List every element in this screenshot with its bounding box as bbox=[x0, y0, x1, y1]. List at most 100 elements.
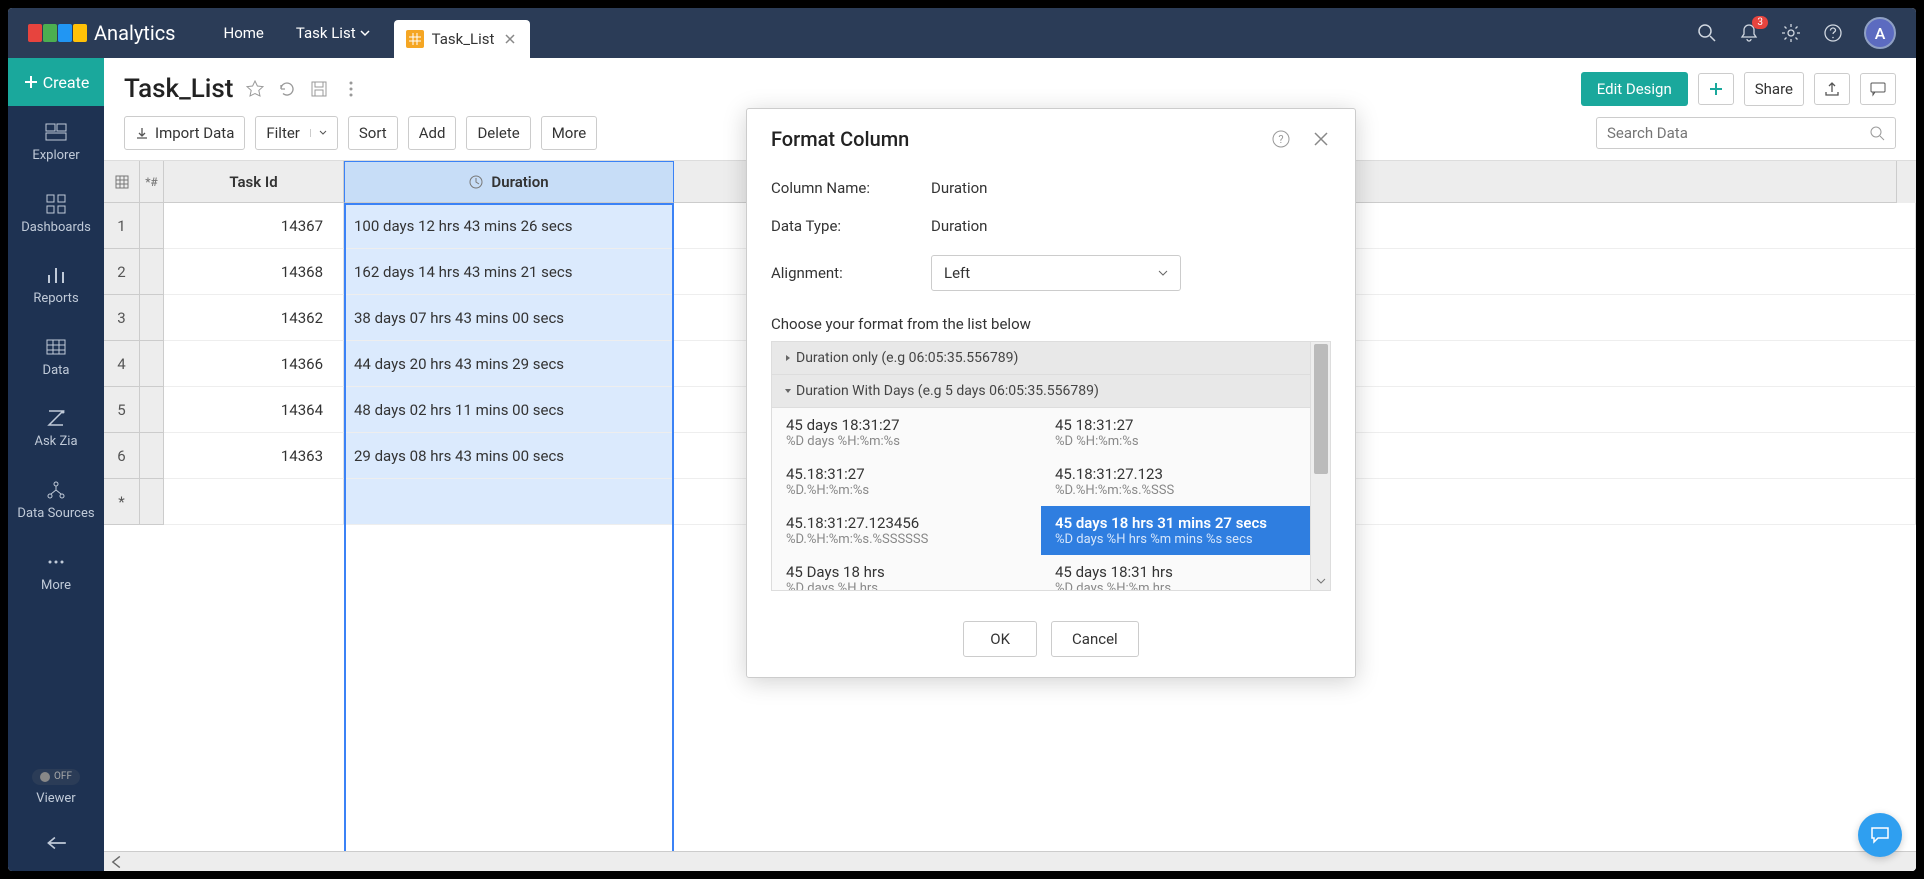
format-option[interactable]: 45.18:31:27%D.%H:%m:%s bbox=[772, 457, 1041, 506]
row-number[interactable]: 5 bbox=[104, 387, 140, 433]
explorer-icon bbox=[44, 120, 68, 144]
choose-format-label: Choose your format from the list below bbox=[771, 315, 1331, 333]
row-gutter bbox=[140, 433, 164, 479]
vertical-scrollbar[interactable] bbox=[1896, 161, 1916, 203]
chevron-down-icon bbox=[360, 28, 370, 38]
cell-taskid[interactable]: 14366 bbox=[164, 341, 344, 387]
row-number[interactable]: 2 bbox=[104, 249, 140, 295]
sort-button[interactable]: Sort bbox=[348, 116, 398, 150]
alignment-select[interactable]: Left bbox=[931, 255, 1181, 291]
export-button[interactable] bbox=[1814, 73, 1850, 105]
refresh-icon[interactable] bbox=[277, 79, 297, 99]
cell-duration[interactable]: 162 days 14 hrs 43 mins 21 secs bbox=[344, 249, 674, 295]
more-button[interactable]: More bbox=[541, 116, 598, 150]
dashboards-icon bbox=[44, 192, 68, 216]
comment-button[interactable] bbox=[1860, 73, 1896, 105]
help-icon[interactable] bbox=[1822, 22, 1844, 44]
chat-fab[interactable] bbox=[1858, 813, 1902, 857]
format-column-modal: Format Column ? Column Name: Duration Da… bbox=[746, 108, 1356, 678]
save-icon[interactable] bbox=[309, 79, 329, 99]
import-icon bbox=[135, 126, 149, 140]
edit-design-button[interactable]: Edit Design bbox=[1581, 72, 1688, 106]
avatar[interactable]: A bbox=[1864, 17, 1896, 49]
close-icon[interactable] bbox=[502, 33, 518, 45]
star-icon[interactable] bbox=[245, 79, 265, 99]
format-option[interactable]: 45 days 18:31:27%D days %H:%m:%s bbox=[772, 408, 1041, 457]
add-button[interactable]: Add bbox=[408, 116, 457, 150]
filter-button[interactable]: Filter bbox=[255, 116, 338, 150]
nav-tasklist[interactable]: Task List bbox=[280, 24, 386, 42]
nav-home[interactable]: Home bbox=[208, 24, 280, 42]
cell-duration[interactable]: 48 days 02 hrs 11 mins 00 secs bbox=[344, 387, 674, 433]
row-gutter bbox=[140, 249, 164, 295]
delete-button[interactable]: Delete bbox=[466, 116, 530, 150]
cell-taskid[interactable]: 14364 bbox=[164, 387, 344, 433]
gear-icon[interactable] bbox=[1780, 22, 1802, 44]
caret-down-icon bbox=[784, 387, 792, 395]
tab-task-list[interactable]: Task_List bbox=[394, 20, 531, 58]
grid-corner[interactable] bbox=[104, 161, 140, 203]
horizontal-scrollbar[interactable] bbox=[104, 851, 1916, 871]
ellipsis-icon bbox=[44, 550, 68, 574]
cell-duration[interactable]: 100 days 12 hrs 43 mins 26 secs bbox=[344, 203, 674, 249]
help-icon[interactable]: ? bbox=[1271, 129, 1291, 149]
scroll-down-icon[interactable] bbox=[1316, 576, 1326, 586]
ok-button[interactable]: OK bbox=[963, 621, 1037, 657]
column-name-label: Column Name: bbox=[771, 179, 931, 197]
column-header-duration[interactable]: Duration bbox=[344, 161, 674, 203]
data-type-value: Duration bbox=[931, 217, 1331, 235]
cell-taskid[interactable]: 14362 bbox=[164, 295, 344, 341]
row-gutter bbox=[140, 203, 164, 249]
format-option[interactable]: 45.18:31:27.123456%D.%H:%m:%s.%SSSSSS bbox=[772, 506, 1041, 555]
kebab-icon[interactable] bbox=[341, 79, 361, 99]
sidebar-item-data[interactable]: Data bbox=[8, 321, 104, 393]
grid-number-header[interactable]: *# bbox=[140, 161, 164, 203]
search-icon[interactable] bbox=[1696, 22, 1718, 44]
plus-icon bbox=[23, 74, 39, 90]
format-option[interactable]: 45 Days 18 hrs%D days %H hrs bbox=[772, 555, 1041, 590]
sidebar-viewer-toggle[interactable]: OFF Viewer bbox=[8, 755, 104, 821]
search-input[interactable] bbox=[1607, 124, 1869, 142]
alignment-label: Alignment: bbox=[771, 264, 931, 282]
sidebar-item-dashboards[interactable]: Dashboards bbox=[8, 178, 104, 250]
new-row-marker[interactable]: * bbox=[104, 479, 140, 525]
modal-title: Format Column bbox=[771, 127, 909, 151]
sidebar-item-askzia[interactable]: Ask Zia bbox=[8, 392, 104, 464]
row-number[interactable]: 6 bbox=[104, 433, 140, 479]
search-input-wrapper[interactable] bbox=[1596, 117, 1896, 149]
sidebar-item-datasources[interactable]: Data Sources bbox=[8, 464, 104, 536]
format-option[interactable]: 45 18:31:27%D %H:%m:%s bbox=[1041, 408, 1310, 457]
cell-duration[interactable]: 29 days 08 hrs 43 mins 00 secs bbox=[344, 433, 674, 479]
format-option[interactable]: 45.18:31:27.123%D.%H:%m:%s.%SSS bbox=[1041, 457, 1310, 506]
sidebar-item-more[interactable]: More bbox=[8, 536, 104, 608]
bell-icon[interactable]: 3 bbox=[1738, 22, 1760, 44]
cell-taskid[interactable]: 14368 bbox=[164, 249, 344, 295]
column-name-value: Duration bbox=[931, 179, 1331, 197]
sidebar-collapse[interactable] bbox=[8, 821, 104, 871]
sidebar-item-reports[interactable]: Reports bbox=[8, 249, 104, 321]
search-icon bbox=[1869, 125, 1885, 141]
cell-taskid[interactable]: 14363 bbox=[164, 433, 344, 479]
cell-taskid[interactable]: 14367 bbox=[164, 203, 344, 249]
cell-duration[interactable]: 38 days 07 hrs 43 mins 00 secs bbox=[344, 295, 674, 341]
collapse-icon bbox=[44, 831, 68, 855]
askzia-icon bbox=[44, 406, 68, 430]
share-button[interactable]: Share bbox=[1744, 72, 1804, 106]
sidebar: Create Explorer Dashboards Reports Data … bbox=[8, 58, 104, 871]
close-icon[interactable] bbox=[1311, 129, 1331, 149]
format-section-duration-only[interactable]: Duration only (e.g 06:05:35.556789) bbox=[772, 342, 1310, 375]
cancel-button[interactable]: Cancel bbox=[1051, 621, 1139, 657]
create-button[interactable]: Create bbox=[8, 58, 104, 106]
format-section-duration-days[interactable]: Duration With Days (e.g 5 days 06:05:35.… bbox=[772, 375, 1310, 408]
format-scrollbar[interactable] bbox=[1310, 342, 1330, 590]
cell-duration[interactable]: 44 days 20 hrs 43 mins 29 secs bbox=[344, 341, 674, 387]
row-number[interactable]: 3 bbox=[104, 295, 140, 341]
format-option[interactable]: 45 days 18 hrs 31 mins 27 secs%D days %H… bbox=[1041, 506, 1310, 555]
row-number[interactable]: 4 bbox=[104, 341, 140, 387]
column-header-taskid[interactable]: Task Id bbox=[164, 161, 344, 203]
row-number[interactable]: 1 bbox=[104, 203, 140, 249]
new-button[interactable] bbox=[1698, 73, 1734, 105]
sidebar-item-explorer[interactable]: Explorer bbox=[8, 106, 104, 178]
format-option[interactable]: 45 days 18:31 hrs%D days %H:%m hrs bbox=[1041, 555, 1310, 590]
import-data-button[interactable]: Import Data bbox=[124, 116, 245, 150]
